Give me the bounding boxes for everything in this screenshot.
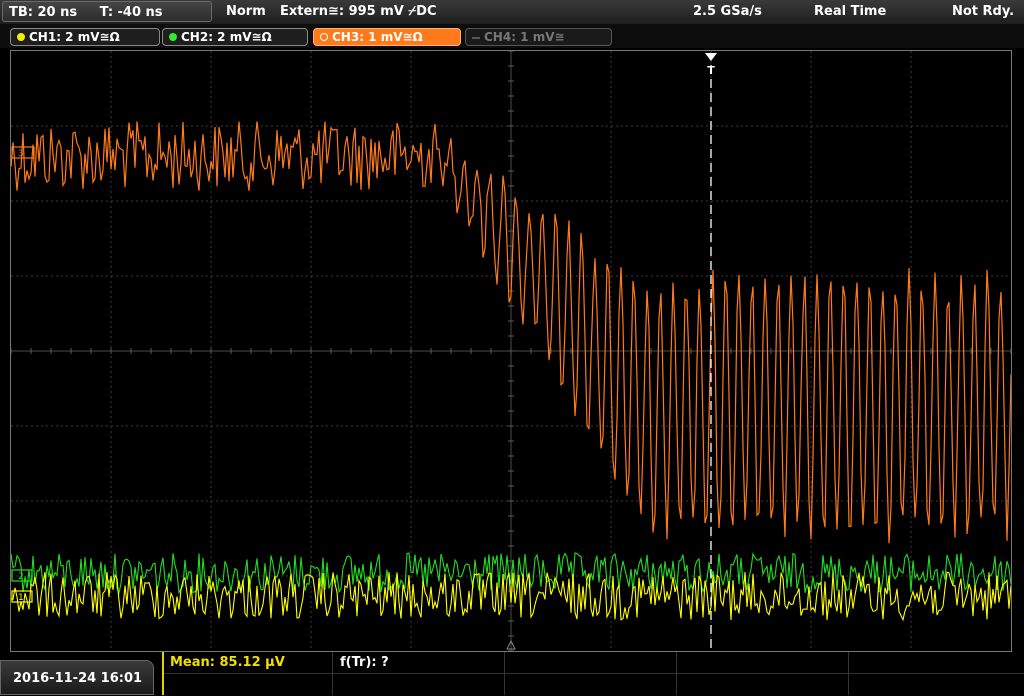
acquisition-mode-label[interactable]: Real Time [814, 0, 886, 24]
measurement-divider [504, 652, 505, 695]
channel-1-level-marker: 1 [11, 590, 33, 603]
measurement-divider [676, 652, 677, 695]
trigger-mode-label[interactable]: Norm [226, 0, 266, 24]
channel-1-level-text: 1 [18, 593, 24, 603]
mean-measurement: Mean: 85.12 µV [170, 655, 285, 670]
graticule-grid [11, 51, 1011, 651]
top-status-bar: TB: 20 ns T: -40 ns Norm Extern≅: 995 mV… [0, 0, 1024, 25]
measurement-row: Mean: 85.12 µV f(Tr): ? [164, 652, 1024, 674]
waveform-display[interactable]: T 3 2 1 [10, 50, 1012, 652]
datetime-label: 2016-11-24 16:01 [13, 671, 143, 686]
channel-1-button[interactable]: CH1: 2 mV≅Ω [10, 28, 160, 46]
channel-3-level-marker: 3 [11, 146, 35, 159]
channel-bar: CH1: 2 mV≅Ω CH2: 2 mV≅Ω CH3: 1 mV≅Ω CH4:… [0, 24, 1024, 48]
trigger-source-label[interactable]: Extern≅: 995 mV ⌿DC [280, 0, 437, 24]
measurement-panel[interactable]: Mean: 85.12 µV f(Tr): ? [162, 652, 1024, 695]
channel-3-button[interactable]: CH3: 1 mV≅Ω [313, 28, 461, 46]
timebase-label: TB: 20 ns [9, 5, 78, 20]
channel-3-level-text: 3 [18, 149, 24, 159]
channel-3-dot-icon [320, 33, 328, 41]
timebase-box[interactable]: TB: 20 ns T: -40 ns [2, 1, 212, 22]
channel-2-label: CH2: 2 mV≅Ω [181, 30, 272, 44]
channel-2-dot-icon [169, 33, 177, 41]
measurement-divider [848, 652, 849, 695]
channel-2-level-text: 2 [18, 572, 24, 582]
waveform-canvas[interactable]: T 3 2 1 [11, 51, 1011, 651]
rise-frequency-measurement: f(Tr): ? [340, 655, 389, 670]
measurement-row-empty [164, 673, 1024, 694]
channel-4-button[interactable]: CH4: 1 mV≅ [465, 28, 612, 46]
measurement-divider [332, 652, 333, 695]
trigger-marker-label: T [707, 64, 715, 77]
trigger-arrow-icon [705, 53, 717, 61]
acquisition-status-label: Not Rdy. [952, 4, 1015, 19]
channel-4-label: CH4: 1 mV≅ [484, 30, 565, 44]
channel-1-label: CH1: 2 mV≅Ω [29, 30, 120, 44]
channel-3-label: CH3: 1 mV≅Ω [332, 30, 423, 44]
sample-rate-label[interactable]: 2.5 GSa/s [693, 0, 762, 24]
channel-4-dash-icon [472, 37, 480, 39]
channel-2-button[interactable]: CH2: 2 mV≅Ω [162, 28, 308, 46]
trigger-position-label: T: -40 ns [99, 5, 163, 20]
channel-1-dot-icon [17, 33, 25, 41]
datetime-box: 2016-11-24 16:01 [0, 660, 154, 695]
